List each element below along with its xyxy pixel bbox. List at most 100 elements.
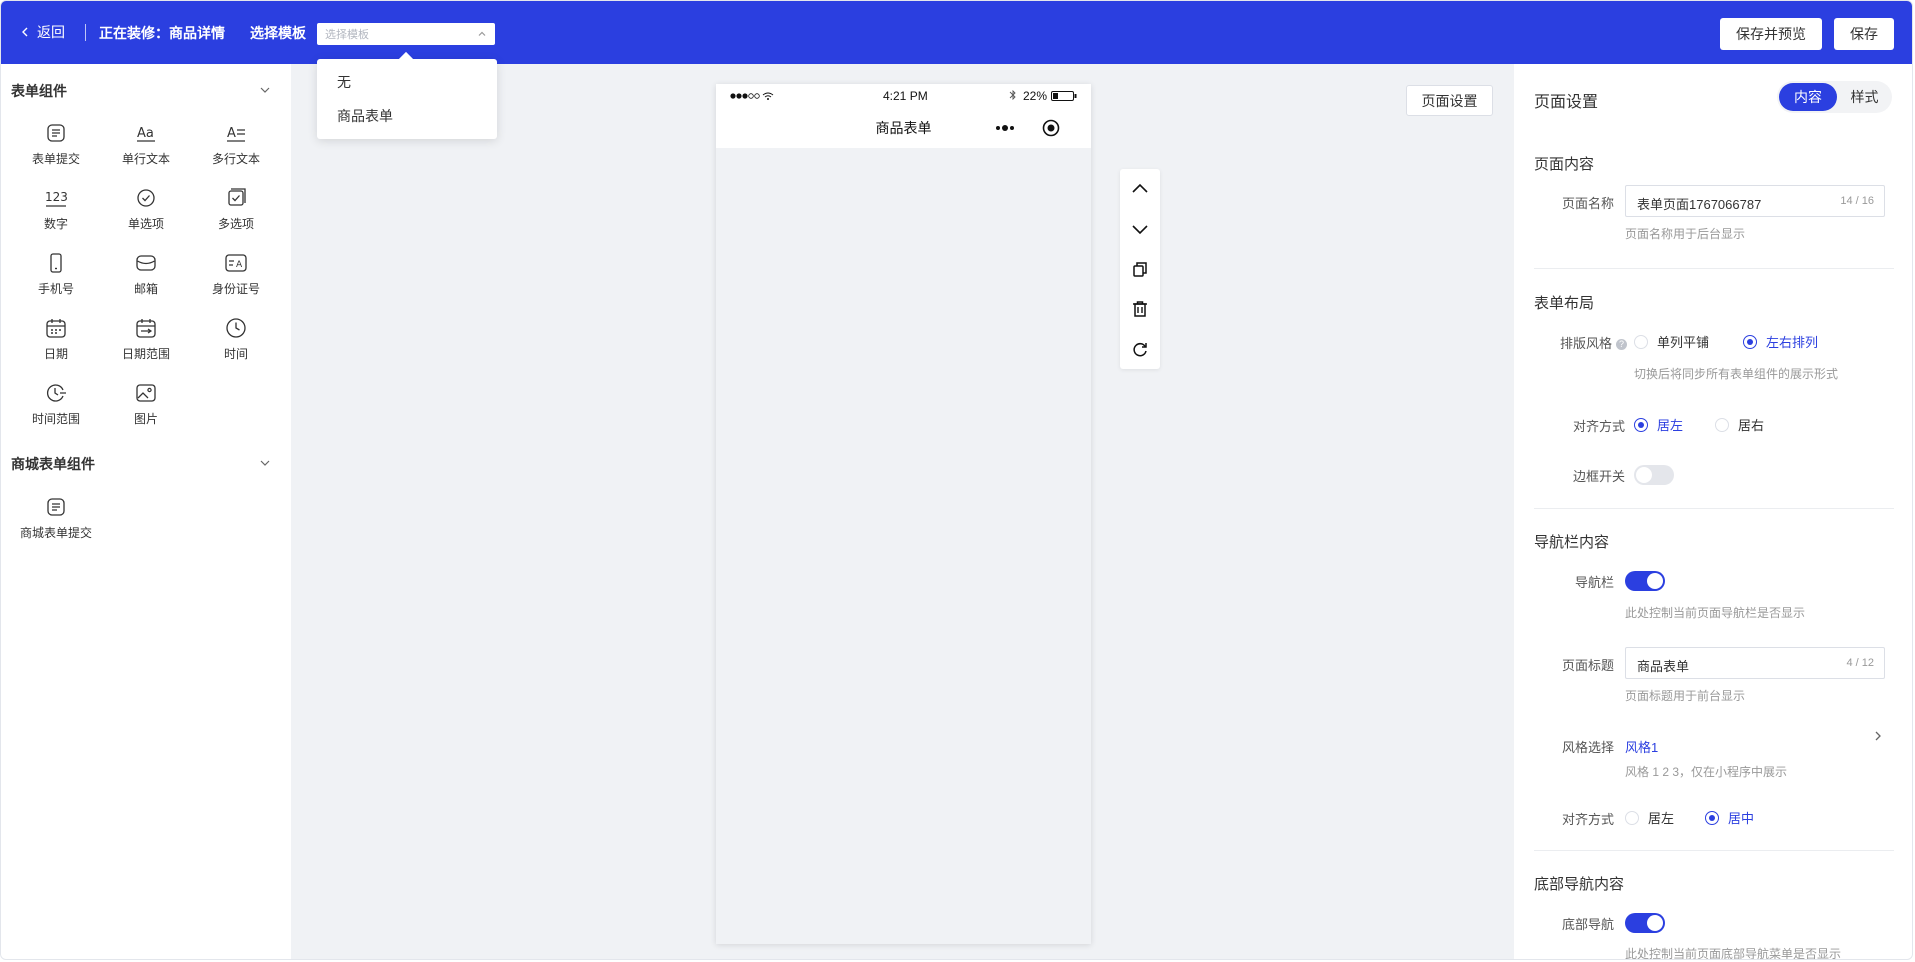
- radio-dot: [1625, 810, 1639, 825]
- component-label: 图片: [133, 412, 158, 426]
- component-label: 商城表单提交: [19, 526, 92, 540]
- divider: [1534, 508, 1894, 509]
- radio-dot: [1715, 417, 1729, 432]
- clock-icon: [226, 318, 246, 338]
- component-time-range[interactable]: 时间范围: [11, 382, 101, 427]
- radio-label: 单列平铺: [1657, 335, 1710, 350]
- component-label: 单行文本: [121, 152, 170, 166]
- navbar-switch[interactable]: [1625, 571, 1665, 591]
- page-settings-button[interactable]: 页面设置: [1406, 85, 1493, 116]
- component-multi-line-text[interactable]: A 多行文本: [191, 122, 281, 167]
- top-header: 返回 正在装修：商品详情 选择模板 选择模板 保存并预览 保存: [1, 1, 1912, 64]
- template-option-none[interactable]: 无: [337, 72, 351, 92]
- mobile-phone-icon: [50, 253, 62, 273]
- component-label: 多选项: [217, 217, 254, 231]
- close-target-icon[interactable]: [1042, 119, 1060, 137]
- save-button[interactable]: 保存: [1834, 18, 1894, 50]
- header-divider: [85, 24, 86, 41]
- delete-icon[interactable]: [1130, 299, 1150, 319]
- settings-title: 页面设置: [1534, 94, 1599, 111]
- navbar-help: 此处控制当前页面导航栏是否显示: [1625, 606, 1806, 620]
- chevron-up-icon: [478, 31, 486, 36]
- calendar-icon: [46, 319, 66, 338]
- divider: [1534, 850, 1894, 851]
- component-date[interactable]: 日期: [11, 317, 101, 362]
- component-toolbar: [1120, 169, 1160, 369]
- page-title-value: 商品表单: [1637, 659, 1690, 674]
- reset-icon[interactable]: [1130, 339, 1150, 359]
- radio-label: 居左: [1657, 418, 1684, 433]
- radio-dot: [1705, 810, 1719, 825]
- radio-navbar-align-left[interactable]: 居左: [1625, 808, 1674, 827]
- time-range-icon: [47, 384, 66, 402]
- chevron-right-icon[interactable]: [1872, 730, 1884, 742]
- bottom-nav-switch[interactable]: [1625, 913, 1665, 933]
- component-single-line-text[interactable]: Aa 单行文本: [101, 122, 191, 167]
- signal-wifi-icon: [730, 92, 774, 100]
- tab-style[interactable]: 样式: [1837, 83, 1892, 111]
- form-submit-icon: [47, 124, 65, 142]
- chevron-down-icon[interactable]: [259, 457, 271, 469]
- component-date-range[interactable]: 日期范围: [101, 317, 191, 362]
- battery-percent: 22%: [1023, 89, 1048, 103]
- section-form-layout: 表单布局: [1534, 295, 1595, 312]
- svg-text:123: 123: [45, 190, 67, 204]
- battery-icon: [1051, 91, 1077, 101]
- layout-style-label: 排版风格?: [1534, 333, 1627, 352]
- tab-content[interactable]: 内容: [1779, 83, 1837, 111]
- chevron-down-icon[interactable]: [259, 84, 271, 96]
- component-id-card[interactable]: A 身份证号: [191, 252, 281, 297]
- help-question-icon[interactable]: ?: [1616, 339, 1627, 350]
- component-mobile-phone[interactable]: 手机号: [11, 252, 101, 297]
- radio-align-left[interactable]: 居左: [1634, 415, 1683, 434]
- radio-navbar-align-center[interactable]: 居中: [1705, 808, 1754, 827]
- mini-program-capsule: [986, 114, 1086, 142]
- page-title-count: 4 / 12: [1846, 657, 1874, 669]
- component-number[interactable]: 123 数字: [11, 187, 101, 232]
- date-range-icon: [136, 319, 156, 338]
- section-page-content: 页面内容: [1534, 156, 1595, 173]
- component-radio[interactable]: 单选项: [101, 187, 191, 232]
- navbar-switch-label: 导航栏: [1574, 575, 1614, 590]
- component-label: 单选项: [127, 217, 164, 231]
- component-checkbox[interactable]: 多选项: [191, 187, 281, 232]
- bottom-nav-label: 底部导航: [1561, 917, 1614, 932]
- editing-title: 正在装修：商品详情: [99, 25, 225, 41]
- component-form-submit[interactable]: 表单提交: [11, 122, 101, 167]
- style-select-value[interactable]: 风格1: [1625, 737, 1658, 756]
- mall-form-submit-icon: [47, 498, 65, 516]
- component-email[interactable]: 邮箱: [101, 252, 191, 297]
- component-label: 邮箱: [133, 282, 158, 296]
- page-name-input[interactable]: 表单页面1767066787 14 / 16: [1625, 185, 1885, 217]
- radio-single-column[interactable]: 单列平铺: [1634, 332, 1709, 351]
- component-label: 日期范围: [121, 347, 170, 361]
- component-mall-form-submit[interactable]: 商城表单提交: [11, 496, 101, 541]
- radio-label: 左右排列: [1766, 335, 1819, 350]
- radio-label: 居右: [1738, 418, 1765, 433]
- save-preview-button[interactable]: 保存并预览: [1720, 18, 1822, 50]
- page-title-label: 页面标题: [1561, 658, 1614, 673]
- radio-dot: [1634, 334, 1648, 349]
- move-up-icon[interactable]: [1130, 179, 1150, 199]
- navbar-align-label: 对齐方式: [1561, 812, 1614, 827]
- back-button[interactable]: 返回: [19, 21, 65, 43]
- component-image[interactable]: 图片: [101, 382, 191, 427]
- radio-dot: [1743, 334, 1757, 349]
- email-icon: [136, 255, 156, 271]
- more-dots-icon[interactable]: [994, 122, 1016, 134]
- template-option-product-form[interactable]: 商品表单: [337, 106, 393, 126]
- template-select[interactable]: 选择模板: [317, 23, 495, 45]
- radio-left-right[interactable]: 左右排列: [1743, 332, 1818, 351]
- component-time[interactable]: 时间: [191, 317, 281, 362]
- phone-preview[interactable]: 4:21 PM 22% 商品表单: [716, 84, 1091, 944]
- page-title-input[interactable]: 商品表单 4 / 12: [1625, 647, 1885, 679]
- bottom-nav-help: 此处控制当前页面底部导航菜单是否显示: [1625, 947, 1842, 960]
- id-card-icon: A: [225, 254, 247, 272]
- template-placeholder: 选择模板: [325, 29, 369, 41]
- border-switch[interactable]: [1634, 465, 1674, 485]
- copy-icon[interactable]: [1130, 259, 1150, 279]
- radio-label: 居中: [1728, 811, 1755, 826]
- component-label: 表单提交: [31, 152, 80, 166]
- radio-align-right[interactable]: 居右: [1715, 415, 1764, 434]
- move-down-icon[interactable]: [1130, 219, 1150, 239]
